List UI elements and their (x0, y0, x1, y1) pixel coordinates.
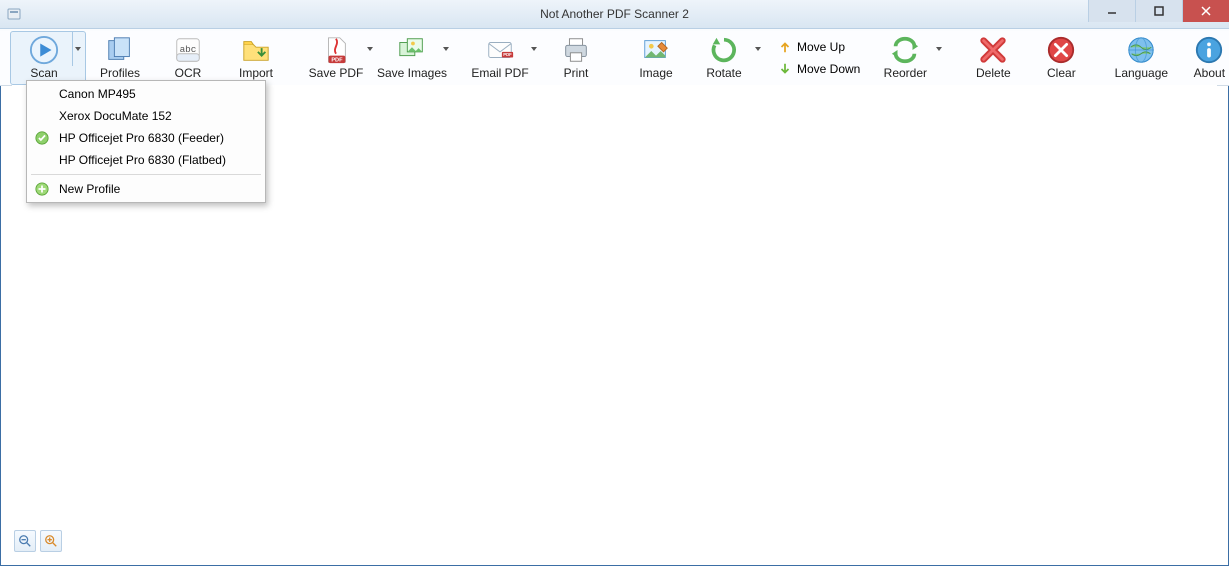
delete-button[interactable]: Delete (959, 31, 1027, 85)
language-label: Language (1115, 66, 1168, 80)
email-icon: PDF (484, 34, 516, 66)
app-window: Not Another PDF Scanner 2 Scan (0, 0, 1229, 566)
move-down-label: Move Down (797, 62, 860, 76)
move-down-button[interactable]: Move Down (772, 59, 865, 79)
scan-dropdown-arrow[interactable] (72, 32, 83, 66)
close-button[interactable] (1182, 0, 1229, 22)
arrow-down-icon (777, 61, 793, 77)
menu-separator (31, 174, 261, 175)
reorder-dropdown-arrow[interactable] (933, 32, 944, 66)
ocr-icon: abc (172, 34, 204, 66)
move-up-label: Move Up (797, 40, 845, 54)
reorder-icon (889, 34, 921, 66)
rotate-label: Rotate (706, 66, 741, 80)
move-up-button[interactable]: Move Up (772, 37, 865, 57)
delete-icon (977, 34, 1009, 66)
new-profile-label: New Profile (59, 182, 120, 196)
rotate-dropdown-arrow[interactable] (752, 32, 763, 66)
scan-button[interactable]: Scan (10, 31, 86, 85)
toolbar: Scan Profiles abc OCR Import (0, 29, 1229, 86)
scan-profile-label: Canon MP495 (59, 87, 136, 101)
scan-profile-item[interactable]: HP Officejet Pro 6830 (Feeder) (29, 127, 263, 149)
new-profile-item[interactable]: New Profile (29, 178, 263, 200)
check-icon (33, 129, 51, 147)
zoom-in-icon (44, 534, 58, 548)
blank-icon (33, 85, 51, 103)
reorder-button[interactable]: Reorder (871, 31, 947, 85)
import-button[interactable]: Import (222, 31, 290, 85)
profiles-button[interactable]: Profiles (86, 31, 154, 85)
save-images-dropdown-arrow[interactable] (440, 32, 451, 66)
about-button[interactable]: About (1175, 31, 1229, 85)
maximize-button[interactable] (1135, 0, 1182, 22)
clear-button[interactable]: Clear (1027, 31, 1095, 85)
blank-icon (33, 151, 51, 169)
minimize-button[interactable] (1088, 0, 1135, 22)
pdf-icon: PDF (320, 34, 352, 66)
info-icon (1193, 34, 1225, 66)
save-images-label: Save Images (377, 66, 447, 80)
scan-profile-label: HP Officejet Pro 6830 (Feeder) (59, 131, 224, 145)
arrow-up-icon (777, 39, 793, 55)
zoom-out-icon (18, 534, 32, 548)
save-pdf-button[interactable]: PDF Save PDF (302, 31, 378, 85)
clear-icon (1045, 34, 1077, 66)
blank-icon (33, 107, 51, 125)
image-label: Image (639, 66, 672, 80)
add-icon (33, 180, 51, 198)
window-title: Not Another PDF Scanner 2 (0, 7, 1229, 21)
play-icon (28, 34, 60, 66)
globe-icon (1125, 34, 1157, 66)
save-pdf-label: Save PDF (309, 66, 364, 80)
scan-profile-item[interactable]: HP Officejet Pro 6830 (Flatbed) (29, 149, 263, 171)
svg-text:abc: abc (180, 44, 197, 55)
import-label: Import (239, 66, 273, 80)
scan-profile-item[interactable]: Canon MP495 (29, 83, 263, 105)
email-pdf-label: Email PDF (471, 66, 528, 80)
rotate-button[interactable]: Rotate (690, 31, 766, 85)
folder-import-icon (240, 34, 272, 66)
ocr-label: OCR (175, 66, 202, 80)
print-label: Print (564, 66, 589, 80)
svg-text:PDF: PDF (503, 52, 512, 57)
images-icon (396, 34, 428, 66)
window-controls (1088, 0, 1229, 22)
rotate-icon (708, 34, 740, 66)
profiles-icon (104, 34, 136, 66)
image-button[interactable]: Image (622, 31, 690, 85)
save-images-button[interactable]: Save Images (378, 31, 454, 85)
print-button[interactable]: Print (542, 31, 610, 85)
scan-profile-item[interactable]: Xerox DocuMate 152 (29, 105, 263, 127)
svg-text:PDF: PDF (331, 57, 343, 63)
ocr-button[interactable]: abc OCR (154, 31, 222, 85)
image-edit-icon (640, 34, 672, 66)
about-label: About (1194, 66, 1225, 80)
email-pdf-dropdown-arrow[interactable] (528, 32, 539, 66)
zoom-controls (14, 530, 62, 552)
delete-label: Delete (976, 66, 1011, 80)
scan-profile-label: HP Officejet Pro 6830 (Flatbed) (59, 153, 226, 167)
titlebar: Not Another PDF Scanner 2 (0, 0, 1229, 29)
language-button[interactable]: Language (1107, 31, 1175, 85)
scan-profile-label: Xerox DocuMate 152 (59, 109, 172, 123)
reorder-label: Reorder (884, 66, 927, 80)
clear-label: Clear (1047, 66, 1076, 80)
move-controls: Move Up Move Down (766, 31, 871, 85)
save-pdf-dropdown-arrow[interactable] (364, 32, 375, 66)
email-pdf-button[interactable]: PDF Email PDF (466, 31, 542, 85)
printer-icon (560, 34, 592, 66)
scan-label: Scan (30, 66, 57, 80)
profiles-label: Profiles (100, 66, 140, 80)
zoom-in-button[interactable] (40, 530, 62, 552)
zoom-out-button[interactable] (14, 530, 36, 552)
app-icon (6, 6, 22, 22)
scan-dropdown-menu: Canon MP495 Xerox DocuMate 152 HP Office… (26, 80, 266, 203)
